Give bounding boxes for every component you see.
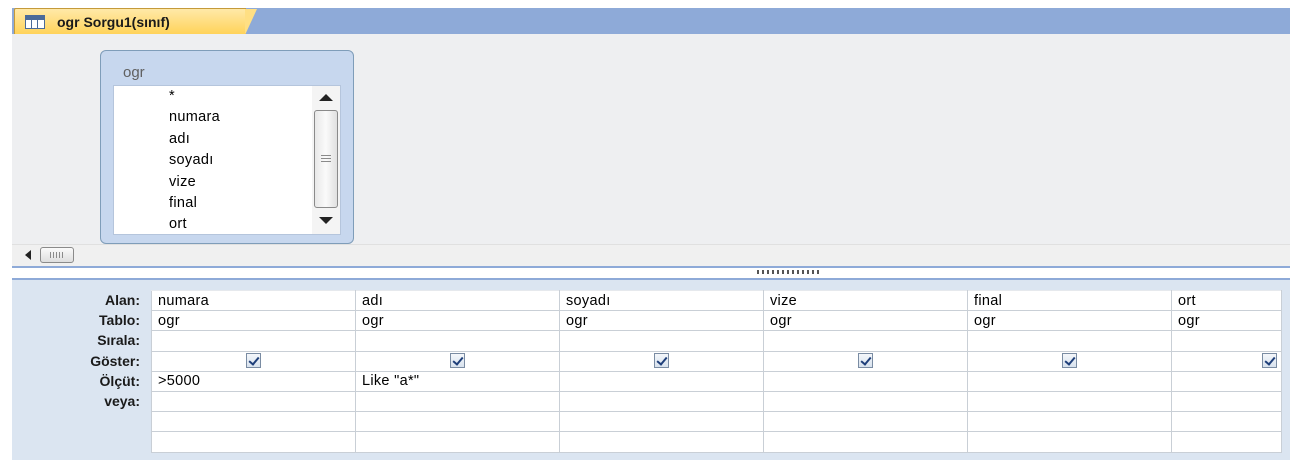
show-checkbox[interactable] — [246, 352, 261, 368]
sort-cell[interactable] — [559, 330, 764, 352]
row-label-or: veya: — [104, 392, 140, 409]
table-cell[interactable]: ogr — [763, 310, 968, 332]
scroll-down-arrow-icon[interactable] — [319, 217, 333, 224]
or-cell[interactable] — [151, 390, 356, 413]
criteria-cell[interactable] — [763, 370, 968, 392]
grid-row-criteria: >5000 Like "a*" — [151, 370, 1282, 392]
field-cell[interactable]: adı — [355, 289, 560, 312]
sort-cell[interactable] — [151, 330, 356, 352]
row-label-table: Tablo: — [99, 312, 140, 329]
table-cell[interactable]: ogr — [151, 310, 356, 332]
show-checkbox[interactable] — [858, 352, 873, 368]
empty-cell[interactable] — [1171, 411, 1282, 433]
table-pane[interactable]: ogr * numara adı soyadı vize final ort — [12, 34, 1290, 244]
field-list-body: * numara adı soyadı vize final ort — [113, 85, 341, 235]
show-cell — [559, 350, 764, 372]
scroll-up-arrow-icon[interactable] — [319, 94, 333, 101]
field-cell[interactable]: vize — [763, 289, 968, 312]
pane-splitter[interactable] — [12, 266, 1290, 280]
empty-cell[interactable] — [1171, 431, 1282, 453]
field-list-scrollbar[interactable] — [312, 86, 340, 234]
empty-cell[interactable] — [355, 411, 560, 433]
or-cell[interactable] — [1171, 390, 1282, 413]
grid-row-show — [151, 350, 1282, 372]
show-checkbox[interactable] — [1262, 352, 1277, 368]
document-tab-strip: ogr Sorgu1(sınıf) — [12, 8, 1290, 35]
grid-row-table: ogr ogr ogr ogr ogr ogr — [151, 310, 1282, 332]
show-checkbox[interactable] — [450, 352, 465, 368]
table-cell[interactable]: ogr — [355, 310, 560, 332]
field-item[interactable]: soyadı — [169, 150, 220, 171]
query-design-window: ogr Sorgu1(sınıf) ogr * numara adı soyad… — [12, 8, 1290, 460]
sort-cell[interactable] — [967, 330, 1172, 352]
or-cell[interactable] — [559, 390, 764, 413]
show-checkbox[interactable] — [654, 352, 669, 368]
row-label-sort: Sırala: — [97, 332, 140, 349]
table-cell[interactable]: ogr — [1171, 310, 1282, 332]
row-label-criteria: Ölçüt: — [99, 372, 140, 389]
horizontal-scrollbar[interactable] — [12, 244, 1290, 266]
query-design-grid: numara adı soyadı vize final ort ogr ogr… — [151, 289, 1282, 453]
criteria-cell[interactable] — [967, 370, 1172, 392]
show-cell — [151, 350, 356, 372]
show-cell — [355, 350, 560, 372]
criteria-cell[interactable] — [559, 370, 764, 392]
empty-cell[interactable] — [151, 411, 356, 433]
show-checkbox[interactable] — [1062, 352, 1077, 368]
grid-row-sort — [151, 330, 1282, 352]
grid-row-empty — [151, 411, 1282, 433]
field-cell[interactable]: numara — [151, 289, 356, 312]
sort-cell[interactable] — [1171, 330, 1282, 352]
show-cell — [967, 350, 1172, 372]
design-grid-area: Alan: Tablo: Sırala: Göster: Ölçüt: veya… — [12, 280, 1290, 460]
field-item[interactable]: adı — [169, 129, 220, 150]
show-cell — [763, 350, 968, 372]
row-label-field: Alan: — [105, 292, 140, 308]
empty-cell[interactable] — [967, 431, 1172, 453]
grip-icon — [321, 155, 331, 162]
field-cell[interactable]: soyadı — [559, 289, 764, 312]
or-cell[interactable] — [355, 390, 560, 413]
field-item[interactable]: final — [169, 193, 220, 214]
grid-row-or — [151, 390, 1282, 413]
empty-cell[interactable] — [559, 411, 764, 433]
criteria-cell[interactable]: Like "a*" — [355, 370, 560, 392]
query-design-icon — [25, 14, 45, 29]
empty-cell[interactable] — [763, 431, 968, 453]
empty-cell[interactable] — [763, 411, 968, 433]
table-field-list[interactable]: ogr * numara adı soyadı vize final ort — [100, 50, 354, 244]
criteria-cell[interactable]: >5000 — [151, 370, 356, 392]
field-item[interactable]: vize — [169, 172, 220, 193]
field-item[interactable]: * — [169, 86, 220, 107]
tab-query-design[interactable]: ogr Sorgu1(sınıf) — [14, 8, 257, 35]
sort-cell[interactable] — [763, 330, 968, 352]
grip-icon — [50, 252, 64, 258]
table-cell[interactable]: ogr — [967, 310, 1172, 332]
criteria-cell[interactable] — [1171, 370, 1282, 392]
show-cell — [1171, 350, 1282, 372]
field-cell[interactable]: final — [967, 289, 1172, 312]
horizontal-scroll-thumb[interactable] — [40, 247, 74, 263]
empty-cell[interactable] — [151, 431, 356, 453]
grid-row-empty — [151, 431, 1282, 453]
splitter-grip-icon — [757, 270, 819, 274]
row-label-show: Göster: — [90, 352, 140, 369]
empty-cell[interactable] — [967, 411, 1172, 433]
grid-row-field: numara adı soyadı vize final ort — [151, 289, 1282, 312]
or-cell[interactable] — [763, 390, 968, 413]
scroll-thumb[interactable] — [314, 110, 338, 208]
scroll-left-arrow-icon[interactable] — [25, 250, 31, 260]
row-labels: Alan: Tablo: Sırala: Göster: Ölçüt: veya… — [12, 290, 150, 411]
table-cell[interactable]: ogr — [559, 310, 764, 332]
empty-cell[interactable] — [559, 431, 764, 453]
empty-cell[interactable] — [355, 431, 560, 453]
field-item[interactable]: ort — [169, 214, 220, 235]
field-items: * numara adı soyadı vize final ort — [169, 86, 220, 236]
sort-cell[interactable] — [355, 330, 560, 352]
field-item[interactable]: numara — [169, 107, 220, 128]
field-list-title[interactable]: ogr — [123, 64, 145, 81]
tab-title: ogr Sorgu1(sınıf) — [57, 13, 170, 30]
field-cell[interactable]: ort — [1171, 289, 1282, 312]
or-cell[interactable] — [967, 390, 1172, 413]
